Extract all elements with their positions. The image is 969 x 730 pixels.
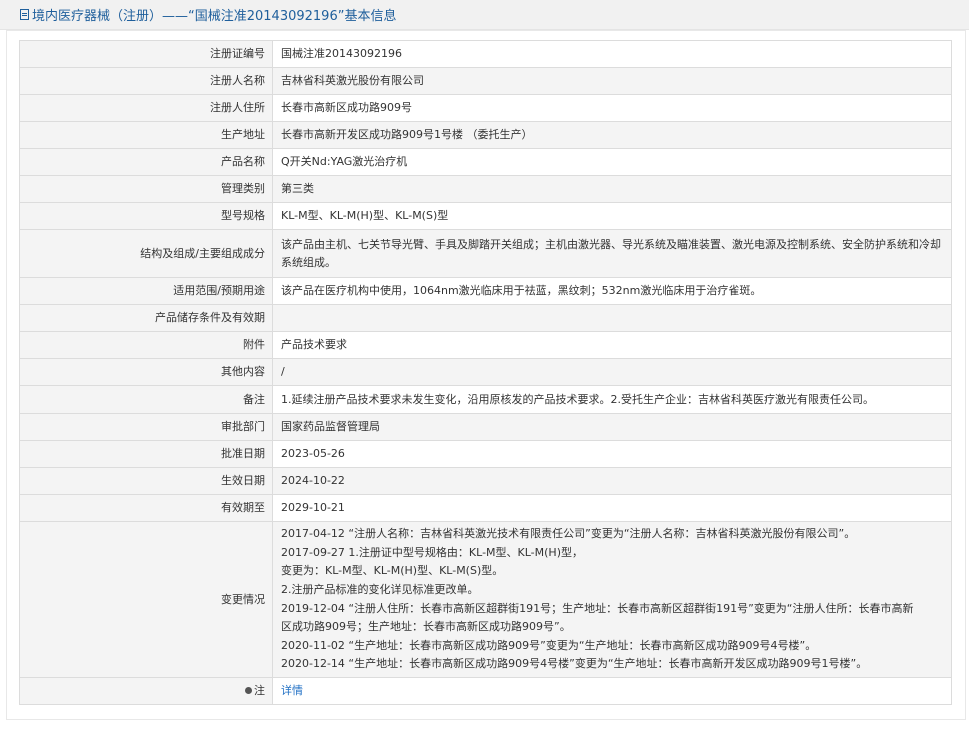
document-icon <box>20 9 29 20</box>
change-line: 2020-11-02 “生产地址：长春市高新区成功路909号”变更为“生产地址：… <box>281 638 817 652</box>
row-label: 变更情况 <box>19 521 273 678</box>
table-row-changes: 变更情况 2017-04-12 “注册人名称：吉林省科英激光技术有限责任公司”变… <box>19 521 952 678</box>
table-row: 备注 1.延续注册产品技术要求未发生变化，沿用原核发的产品技术要求。2.受托生产… <box>19 385 952 414</box>
row-label: 注册人住所 <box>19 94 273 122</box>
detail-table: 注册证编号 国械注准20143092196 注册人名称 吉林省科英激光股份有限公… <box>19 40 952 705</box>
change-line: 2019-12-04 “注册人住所：长春市高新区超群街191号；生产地址：长春市… <box>281 601 914 615</box>
row-label: 注册证编号 <box>19 40 273 68</box>
bulb-icon <box>245 687 252 694</box>
row-label: 备注 <box>19 385 273 414</box>
row-value: / <box>272 358 952 386</box>
row-label: 附件 <box>19 331 273 359</box>
row-label: 其他内容 <box>19 358 273 386</box>
table-row: 型号规格 KL-M型、KL-M(H)型、KL-M(S)型 <box>19 202 952 230</box>
row-label: 产品名称 <box>19 148 273 176</box>
row-label: 审批部门 <box>19 413 273 441</box>
row-value: 长春市高新开发区成功路909号1号楼 （委托生产） <box>272 121 952 149</box>
table-row: 审批部门 国家药品监督管理局 <box>19 413 952 441</box>
change-line: 2020-12-14 “生产地址：长春市高新区成功路909号4号楼”变更为“生产… <box>281 657 868 671</box>
table-row: 注册人住所 长春市高新区成功路909号 <box>19 94 952 122</box>
row-label: 批准日期 <box>19 440 273 468</box>
row-value: 2024-10-22 <box>272 467 952 495</box>
row-label: 适用范围/预期用途 <box>19 277 273 305</box>
change-line: 2017-04-12 “注册人名称：吉林省科英激光技术有限责任公司”变更为“注册… <box>281 527 856 541</box>
row-value: 2023-05-26 <box>272 440 952 468</box>
row-label: 生产地址 <box>19 121 273 149</box>
row-value: 国家药品监督管理局 <box>272 413 952 441</box>
table-row: 生产地址 长春市高新开发区成功路909号1号楼 （委托生产） <box>19 121 952 149</box>
note-label: 注 <box>254 684 265 697</box>
table-row: 管理类别 第三类 <box>19 175 952 203</box>
row-value: 国械注准20143092196 <box>272 40 952 68</box>
table-row: 产品名称 Q开关Nd:YAG激光治疗机 <box>19 148 952 176</box>
row-value <box>272 304 952 332</box>
change-line: 区成功路909号；生产地址：长春市高新区成功路909号”。 <box>281 620 571 634</box>
row-value: 吉林省科英激光股份有限公司 <box>272 67 952 95</box>
row-label: 生效日期 <box>19 467 273 495</box>
row-value: KL-M型、KL-M(H)型、KL-M(S)型 <box>272 202 952 230</box>
table-row: 有效期至 2029-10-21 <box>19 494 952 522</box>
row-value: 2029-10-21 <box>272 494 952 522</box>
details-link[interactable]: 详情 <box>281 684 303 697</box>
table-row: 注册证编号 国械注准20143092196 <box>19 40 952 68</box>
row-value: 1.延续注册产品技术要求未发生变化，沿用原核发的产品技术要求。2.受托生产企业：… <box>272 385 952 414</box>
table-row: 生效日期 2024-10-22 <box>19 467 952 495</box>
table-row: 适用范围/预期用途 该产品在医疗机构中使用，1064nm激光临床用于祛蓝，黑纹刺… <box>19 277 952 305</box>
change-history: 2017-04-12 “注册人名称：吉林省科英激光技术有限责任公司”变更为“注册… <box>272 521 952 678</box>
row-label: 注册人名称 <box>19 67 273 95</box>
row-value: 该产品在医疗机构中使用，1064nm激光临床用于祛蓝，黑纹刺；532nm激光临床… <box>272 277 952 305</box>
row-label: 产品储存条件及有效期 <box>19 304 273 332</box>
table-row: 注册人名称 吉林省科英激光股份有限公司 <box>19 67 952 95</box>
row-label: 型号规格 <box>19 202 273 230</box>
row-label: 注 <box>19 677 273 705</box>
table-row: 批准日期 2023-05-26 <box>19 440 952 468</box>
row-label: 有效期至 <box>19 494 273 522</box>
page-header: 境内医疗器械（注册）——“国械注准20143092196”基本信息 <box>0 0 969 30</box>
change-line: 2.注册产品标准的变化详见标准更改单。 <box>281 582 479 596</box>
change-line: 2017-09-27 1.注册证中型号规格由：KL-M型、KL-M(H)型， <box>281 545 583 559</box>
row-value: 该产品由主机、七关节导光臂、手具及脚踏开关组成；主机由激光器、导光系统及瞄准装置… <box>272 229 952 278</box>
row-value: 长春市高新区成功路909号 <box>272 94 952 122</box>
table-row: 附件 产品技术要求 <box>19 331 952 359</box>
page-title: 境内医疗器械（注册）——“国械注准20143092196”基本信息 <box>32 9 397 24</box>
table-row-note: 注 详情 <box>19 677 952 705</box>
table-row: 其他内容 / <box>19 358 952 386</box>
row-value: 详情 <box>272 677 952 705</box>
row-value: 第三类 <box>272 175 952 203</box>
row-label: 结构及组成/主要组成成分 <box>19 229 273 278</box>
row-value: 产品技术要求 <box>272 331 952 359</box>
row-value: Q开关Nd:YAG激光治疗机 <box>272 148 952 176</box>
table-row: 产品储存条件及有效期 <box>19 304 952 332</box>
table-row: 结构及组成/主要组成成分 该产品由主机、七关节导光臂、手具及脚踏开关组成；主机由… <box>19 229 952 278</box>
change-line: 变更为：KL-M型、KL-M(H)型、KL-M(S)型。 <box>281 564 504 578</box>
row-label: 管理类别 <box>19 175 273 203</box>
